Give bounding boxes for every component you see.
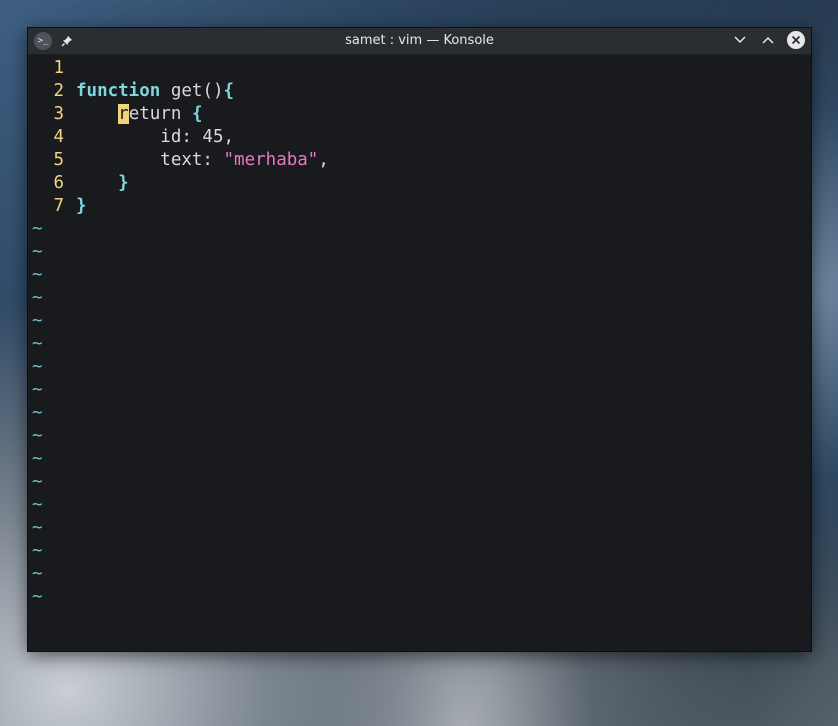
code-token: get() (160, 81, 224, 101)
maximize-icon (762, 36, 774, 44)
code-text: text: "merhaba", (64, 149, 329, 172)
minimize-button[interactable] (731, 31, 749, 49)
window-controls (731, 31, 805, 49)
empty-line-marker: ~ (28, 333, 811, 356)
tilde-marker: ~ (32, 265, 43, 285)
empty-line-marker: ~ (28, 586, 811, 609)
tilde-marker: ~ (32, 587, 43, 607)
empty-line-marker: ~ (28, 241, 811, 264)
maximize-button[interactable] (759, 31, 777, 49)
vim-editor-area[interactable]: 1 2 function get(){3 return {4 id: 45, 5 te… (28, 55, 811, 651)
line-number: 6 (53, 173, 64, 193)
tilde-marker: ~ (32, 541, 43, 561)
empty-line-marker: ~ (28, 310, 811, 333)
tilde-marker: ~ (32, 242, 43, 262)
code-token: eturn (128, 104, 182, 124)
tilde-marker: ~ (32, 288, 43, 308)
code-text: function get(){ (64, 80, 234, 103)
code-text: } (64, 172, 129, 195)
code-line[interactable]: 1 (28, 57, 811, 80)
code-line[interactable]: 5 text: "merhaba", (28, 149, 811, 172)
tilde-marker: ~ (32, 311, 43, 331)
code-token: function (76, 81, 161, 101)
tilde-marker: ~ (32, 426, 43, 446)
line-number: 2 (53, 81, 64, 101)
minimize-icon (734, 36, 746, 44)
code-token: } (118, 173, 129, 193)
empty-line-marker: ~ (28, 264, 811, 287)
code-line[interactable]: 2 function get(){ (28, 80, 811, 103)
line-number: 5 (53, 150, 64, 170)
empty-line-marker: ~ (28, 379, 811, 402)
code-token: { (191, 104, 203, 124)
empty-line-marker: ~ (28, 517, 811, 540)
code-token: text: (76, 150, 224, 170)
empty-line-marker: ~ (28, 471, 811, 494)
code-line[interactable]: 6 } (28, 172, 811, 195)
code-text: id: 45, (64, 126, 234, 149)
window-title: samet : vim — Konsole (345, 33, 494, 48)
line-number: 4 (53, 127, 64, 147)
empty-line-marker: ~ (28, 356, 811, 379)
code-token: { (223, 81, 235, 101)
code-line[interactable]: 3 return { (28, 103, 811, 126)
tilde-marker: ~ (32, 518, 43, 538)
empty-line-marker: ~ (28, 563, 811, 586)
tilde-marker: ~ (32, 219, 43, 239)
line-number: 7 (53, 196, 64, 216)
empty-line-marker: ~ (28, 218, 811, 241)
tilde-marker: ~ (32, 495, 43, 515)
code-token: "merhaba" (223, 150, 319, 170)
title-bar[interactable]: >_ samet : vim — Konsole (28, 28, 811, 55)
line-number: 1 (53, 58, 64, 78)
tilde-marker: ~ (32, 472, 43, 492)
code-text: } (64, 195, 87, 218)
code-token: id: 45, (76, 127, 235, 147)
tilde-marker: ~ (32, 449, 43, 469)
empty-line-marker: ~ (28, 540, 811, 563)
tilde-marker: ~ (32, 357, 43, 377)
line-number: 3 (53, 104, 64, 124)
tilde-marker: ~ (32, 403, 43, 423)
close-button[interactable] (787, 31, 805, 49)
empty-line-marker: ~ (28, 402, 811, 425)
code-line[interactable]: 4 id: 45, (28, 126, 811, 149)
empty-line-marker: ~ (28, 425, 811, 448)
empty-line-marker: ~ (28, 494, 811, 517)
tilde-marker: ~ (32, 564, 43, 584)
code-token: , (318, 150, 329, 170)
code-text: return { (64, 103, 202, 126)
text-cursor: r (118, 104, 129, 124)
konsole-window: >_ samet : vim — Konsole 1 2 function ge… (28, 28, 811, 651)
tilde-marker: ~ (32, 334, 43, 354)
empty-line-marker: ~ (28, 287, 811, 310)
tilde-marker: ~ (32, 380, 43, 400)
code-token: } (76, 196, 87, 216)
code-line[interactable]: 7} (28, 195, 811, 218)
close-icon (791, 35, 801, 45)
empty-line-marker: ~ (28, 448, 811, 471)
